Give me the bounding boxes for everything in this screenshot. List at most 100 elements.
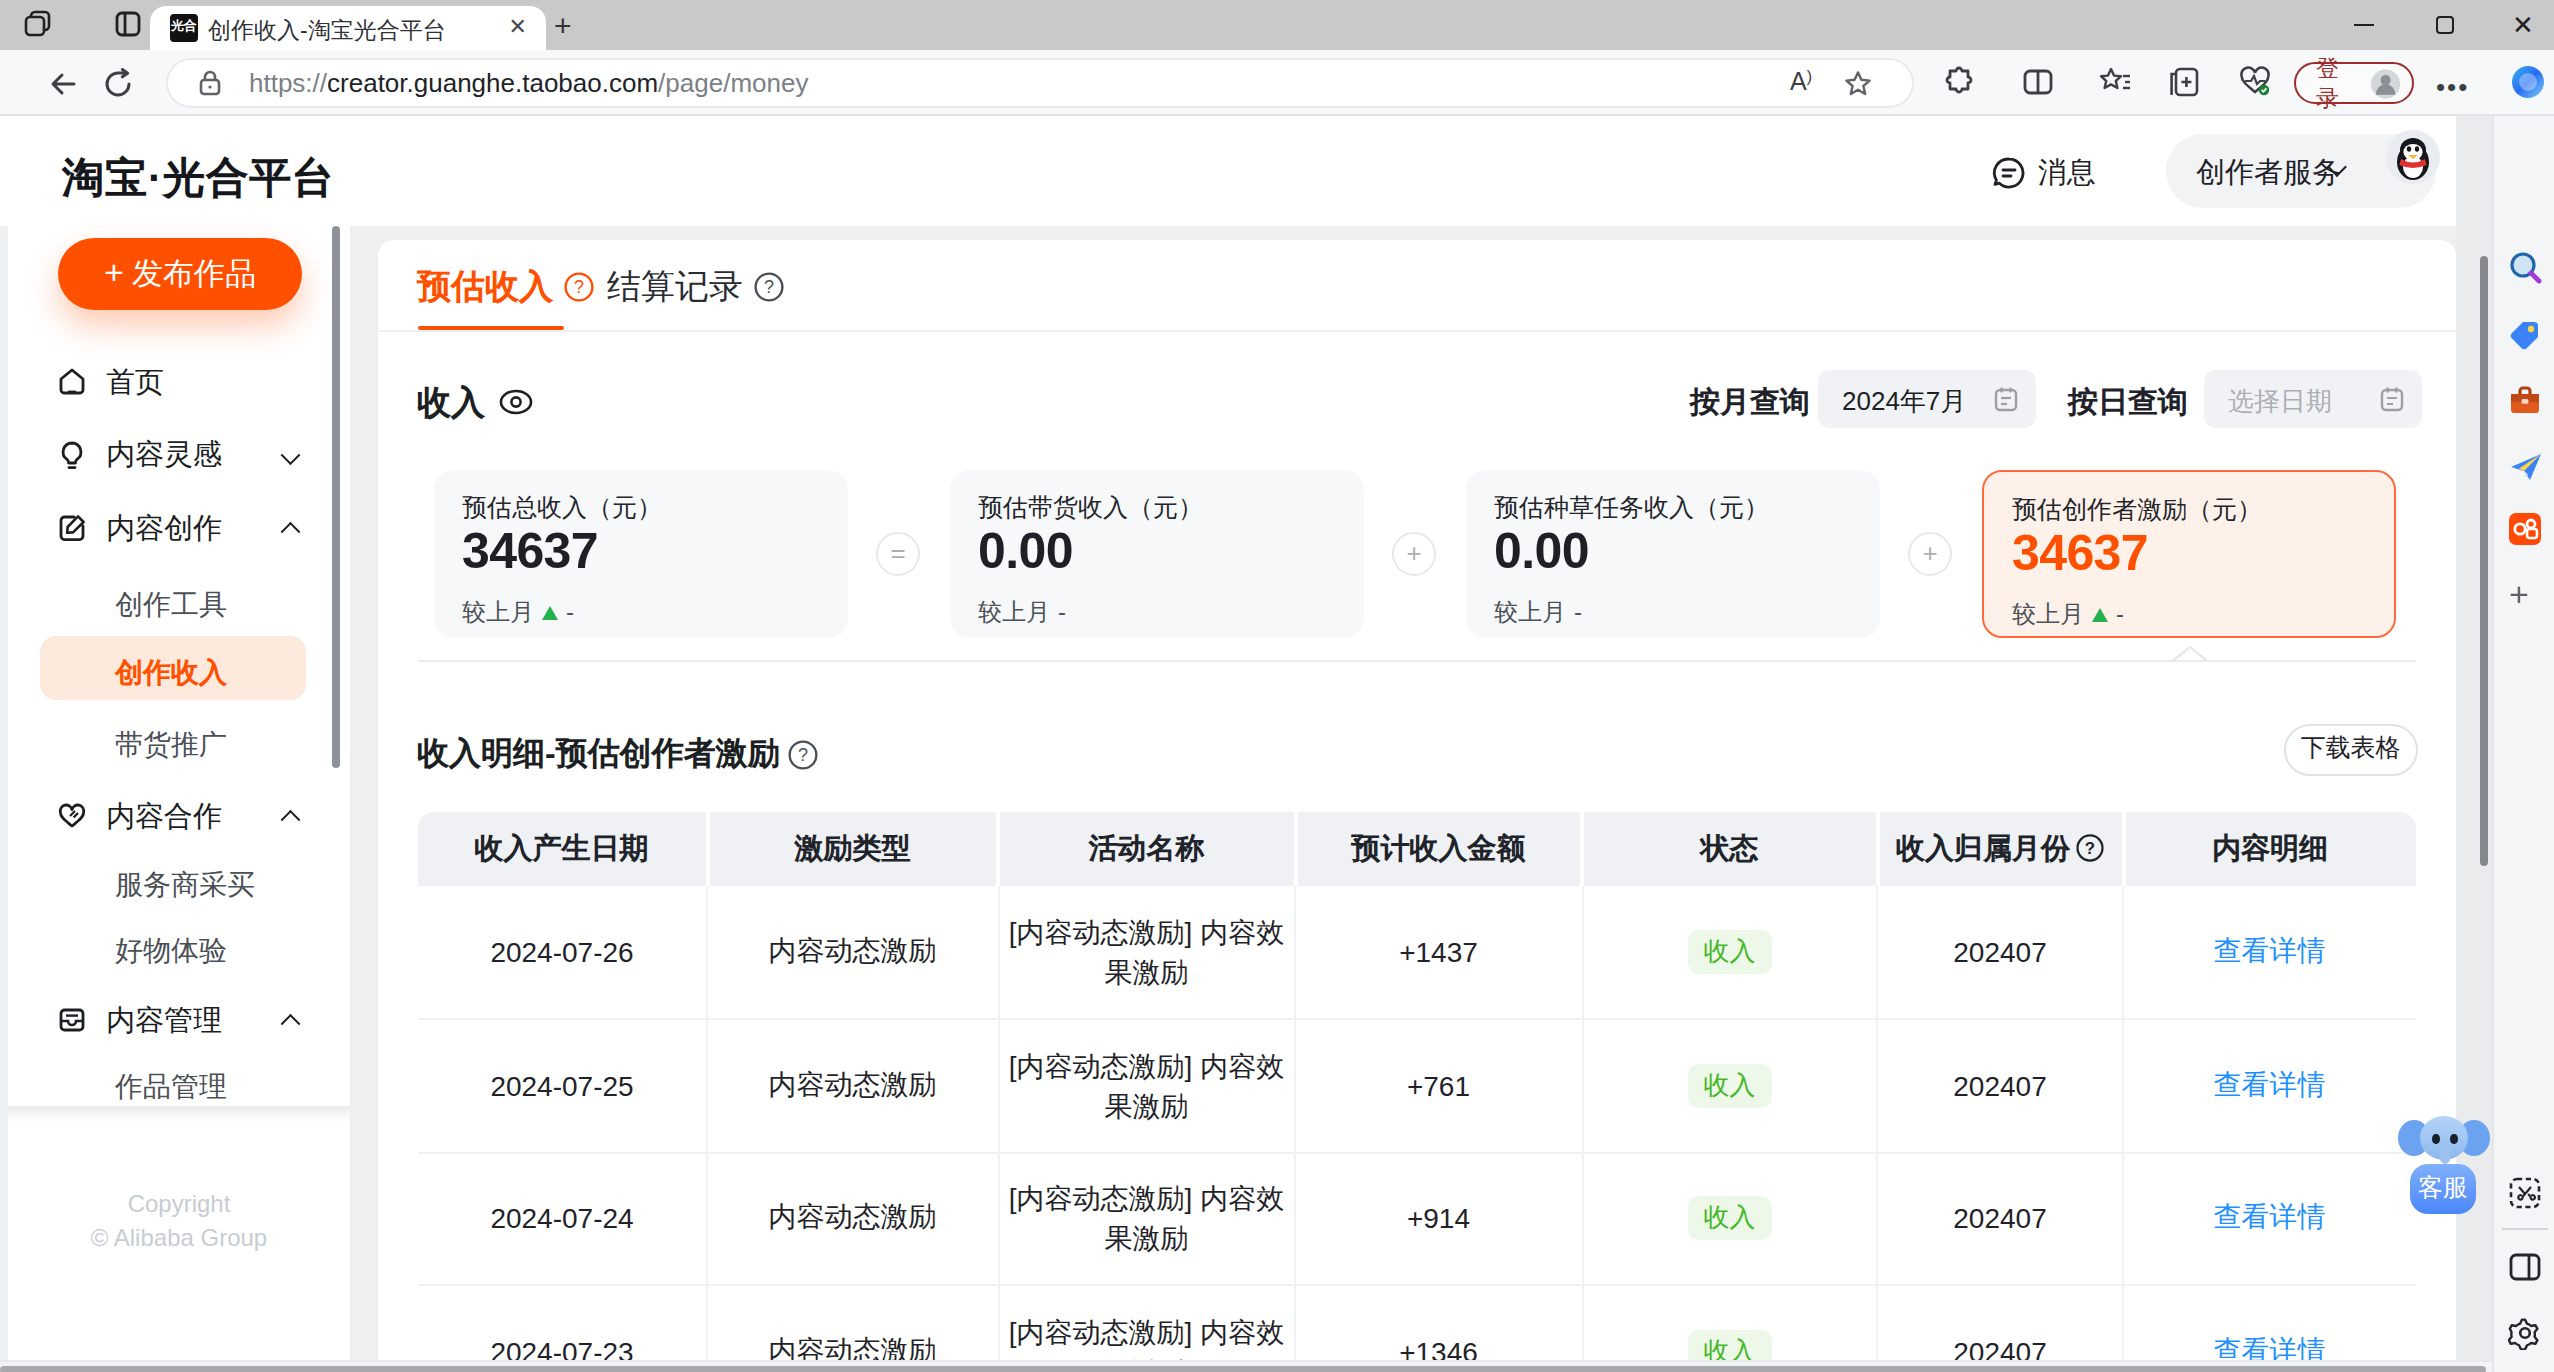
qq-penguin-icon <box>2386 129 2440 183</box>
favorites-icon[interactable] <box>2098 66 2132 98</box>
up-arrow-icon <box>2092 607 2108 621</box>
sidebar-item-product-trial[interactable]: 好物体验 <box>8 924 350 980</box>
browser-essentials-icon[interactable] <box>2238 66 2272 98</box>
sidebar-panel-icon[interactable] <box>2507 1249 2541 1283</box>
table-row: 2024-07-26 内容动态激励 [内容动态激励] 内容效果激励 +1437 … <box>418 886 2415 1019</box>
split-screen-icon[interactable] <box>2022 66 2054 98</box>
read-aloud-icon[interactable]: A) <box>1790 67 1812 95</box>
svg-text:?: ? <box>763 276 773 296</box>
site-header: 淘宝·光合平台 消息 创作者服务 <box>0 115 2455 226</box>
page-content: 淘宝·光合平台 消息 创作者服务 <box>0 115 2491 1372</box>
view-details-link[interactable]: 查看详情 <box>2214 1068 2326 1100</box>
address-bar[interactable]: https://creator.guanghe.taobao.com/page/… <box>167 59 1912 105</box>
date-picker[interactable]: 选择日期 <box>2204 369 2421 427</box>
chevron-up-icon <box>280 811 298 829</box>
lock-icon[interactable] <box>197 69 221 95</box>
vertical-tabs-icon[interactable] <box>114 10 142 38</box>
month-picker[interactable]: 2024年7月 <box>1818 369 2035 427</box>
equals-icon: = <box>876 531 920 575</box>
tab-close-icon[interactable]: ✕ <box>509 13 527 39</box>
message-icon <box>1992 156 2026 190</box>
stat-card-creator-incentive[interactable]: 预估创作者激励（元） 34637 较上月- <box>1981 469 2396 637</box>
help-icon[interactable]: ? <box>753 271 783 301</box>
help-icon[interactable]: ? <box>563 271 593 301</box>
lightbulb-icon <box>56 439 88 471</box>
stat-card-task-income: 预估种草任务收入（元） 0.00 较上月- <box>1465 469 1880 637</box>
window-maximize-button[interactable] <box>2436 0 2454 50</box>
horizontal-scrollbar-thumb[interactable] <box>0 1365 2486 1372</box>
sidebar-item-promotion[interactable]: 带货推广 <box>8 717 350 773</box>
edit-icon <box>56 512 88 544</box>
sidebar-item-cooperation[interactable]: 内容合作 <box>8 788 350 844</box>
customer-service-label[interactable]: 客服 <box>2410 1164 2476 1214</box>
help-icon[interactable]: ? <box>2076 835 2104 863</box>
extensions-icon[interactable] <box>1944 66 1976 98</box>
home-icon <box>56 366 88 398</box>
edge-sidebar-rail: + <box>2491 115 2554 1372</box>
window-minimize-button[interactable] <box>2354 0 2374 50</box>
add-sidebar-item-icon[interactable]: + <box>2509 575 2529 615</box>
shopping-tag-icon[interactable] <box>2507 317 2541 351</box>
avatar[interactable] <box>2386 129 2440 183</box>
publish-button[interactable]: +发布作品 <box>58 238 302 310</box>
settings-gear-icon[interactable] <box>2507 1315 2541 1349</box>
table-header-row: 收入产生日期 激励类型 活动名称 预计收入金额 状态 收入归属月份? 内容明细 <box>418 811 2415 886</box>
horizontal-scrollbar[interactable] <box>0 1360 2491 1372</box>
sidebar-item-creation-tools[interactable]: 创作工具 <box>8 577 350 633</box>
customer-service-widget[interactable]: 客服 <box>2398 1116 2490 1216</box>
refresh-button[interactable] <box>102 67 134 99</box>
download-table-button[interactable]: 下载表格 <box>2284 723 2417 776</box>
send-plane-icon[interactable] <box>2507 449 2543 483</box>
sidebar-item-creation-income[interactable]: 创作收入 <box>8 645 350 701</box>
tab-overview-icon[interactable] <box>24 10 52 38</box>
site-logo[interactable]: 淘宝·光合平台 <box>62 149 335 205</box>
rail-divider <box>2501 1227 2547 1229</box>
tab-title: 创作收入-淘宝光合平台 <box>208 15 478 45</box>
help-icon[interactable]: ? <box>788 739 818 769</box>
table-row: 2024-07-23 内容动态激励 [内容动态激励] 内容效果激励 +1346 … <box>418 1285 2415 1372</box>
tabs-divider <box>378 329 2455 331</box>
messages-button[interactable]: 消息 <box>1992 154 2096 192</box>
detail-section-title: 收入明细-预估创作者激励 ? <box>417 733 818 775</box>
favorite-star-icon[interactable] <box>1844 69 1872 97</box>
sidebar-item-home[interactable]: 首页 <box>8 354 350 410</box>
search-icon[interactable] <box>2507 249 2541 283</box>
stat-card-total-income: 预估总收入（元） 34637 较上月- <box>433 469 848 637</box>
sidebar-item-creation[interactable]: 内容创作 <box>8 500 350 556</box>
eye-icon[interactable] <box>497 388 533 416</box>
window-close-button[interactable]: ✕ <box>2512 0 2534 50</box>
copyright: Copyright © Alibaba Group <box>8 1188 350 1256</box>
status-badge: 收入 <box>1688 1197 1772 1241</box>
sidebar-item-content-management[interactable]: 内容管理 <box>8 992 350 1048</box>
day-query-label: 按日查询 <box>2068 383 2188 421</box>
new-tab-button[interactable]: + <box>554 8 572 42</box>
view-details-link[interactable]: 查看详情 <box>2214 1201 2326 1233</box>
kuaishou-icon[interactable] <box>2507 512 2541 546</box>
sidebar-item-service-purchase[interactable]: 服务商采买 <box>8 858 350 914</box>
up-arrow-icon <box>542 605 558 619</box>
chevron-up-icon <box>280 1015 298 1033</box>
browser-toolbar: https://creator.guanghe.taobao.com/page/… <box>0 50 2554 115</box>
site-favicon: 光合 <box>170 13 198 41</box>
inbox-icon <box>56 1004 88 1036</box>
tab-settlement-record[interactable]: 结算记录 ? <box>607 263 783 309</box>
signin-button[interactable]: 登录 <box>2294 62 2414 104</box>
copilot-icon[interactable] <box>2510 64 2546 100</box>
svg-text:?: ? <box>798 744 808 764</box>
tab-estimated-income[interactable]: 预估收入 ? <box>417 263 593 309</box>
sidebar-divider <box>8 1106 350 1122</box>
income-section-title: 收入 <box>417 379 533 425</box>
browser-menu-icon[interactable]: ••• <box>2436 72 2469 102</box>
sidebar-item-inspiration[interactable]: 内容灵感 <box>8 427 350 483</box>
calendar-icon <box>2379 385 2403 411</box>
sidebar-scrollbar[interactable] <box>331 226 340 768</box>
screenshot-icon[interactable] <box>2507 1175 2541 1209</box>
browser-tab[interactable]: 光合 创作收入-淘宝光合平台 ✕ <box>150 5 545 50</box>
svg-text:?: ? <box>573 276 583 296</box>
chevron-down-icon <box>280 446 298 464</box>
back-button[interactable] <box>48 67 80 99</box>
view-details-link[interactable]: 查看详情 <box>2214 934 2326 966</box>
collections-icon[interactable] <box>2168 66 2200 98</box>
toolbox-icon[interactable] <box>2507 383 2541 417</box>
vertical-scrollbar-thumb[interactable] <box>2479 255 2488 865</box>
